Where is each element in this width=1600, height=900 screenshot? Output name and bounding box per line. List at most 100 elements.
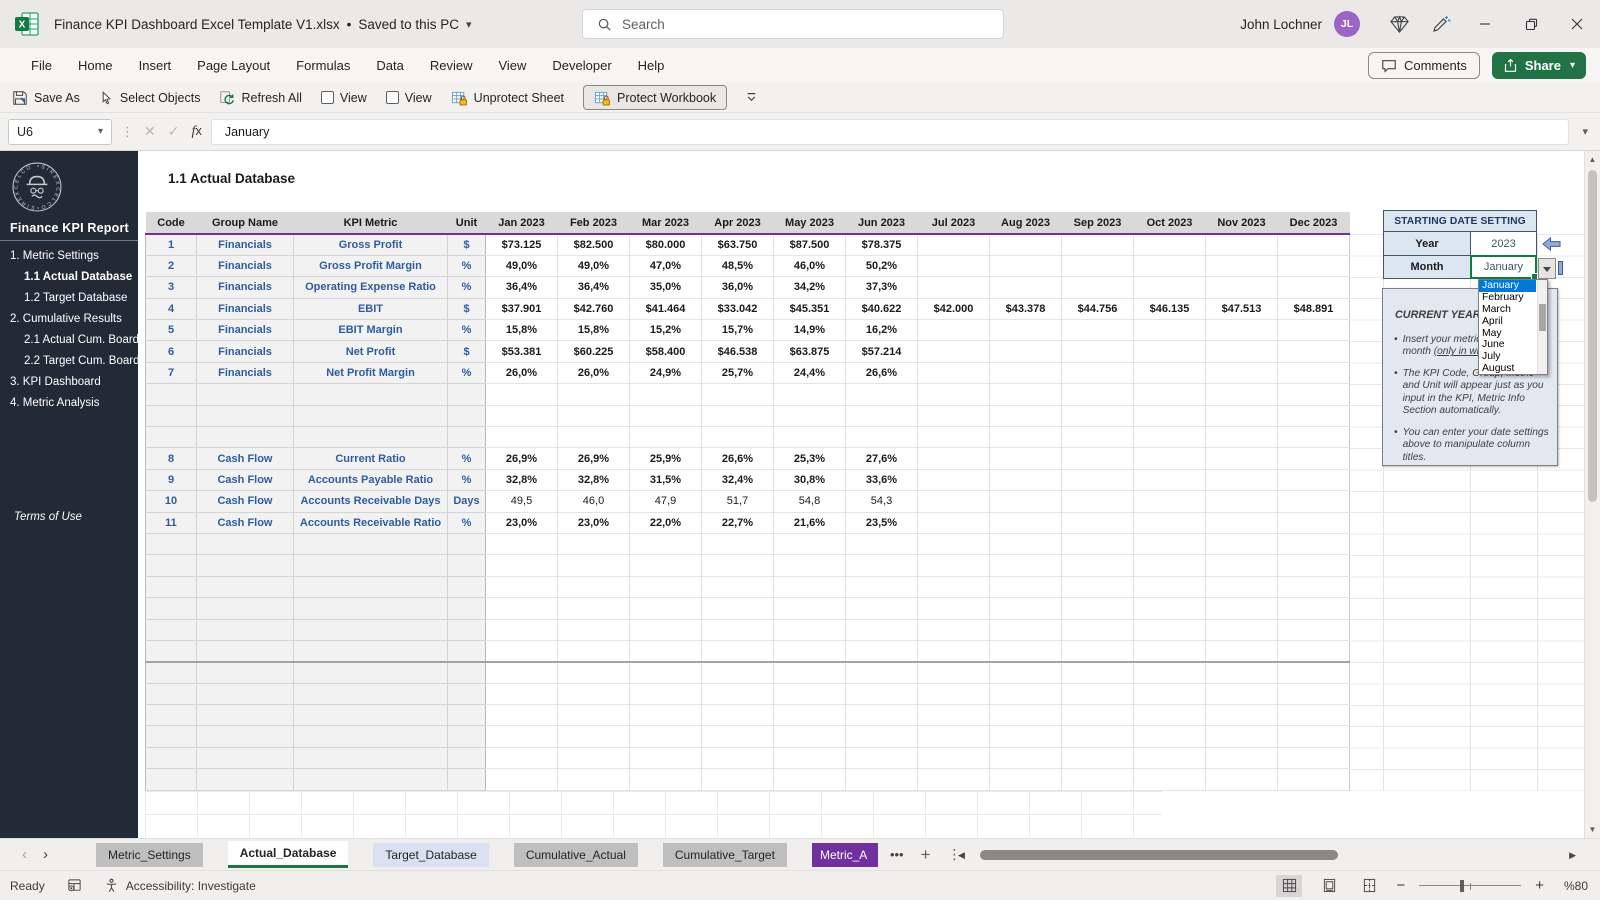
cell[interactable]: Financials	[196, 254, 294, 278]
cell[interactable]	[1061, 511, 1134, 534]
cell[interactable]	[293, 704, 448, 727]
cell[interactable]	[1133, 468, 1206, 492]
cell[interactable]	[773, 575, 846, 599]
sidebar-item-1-2-target-database[interactable]: 1.2 Target Database	[0, 288, 138, 309]
cell[interactable]: $42.000	[917, 297, 990, 321]
sheet-tab-target_database[interactable]: Target_Database	[373, 842, 489, 867]
cell[interactable]: 26,0%	[557, 361, 630, 385]
cell[interactable]	[917, 490, 990, 513]
cell[interactable]	[293, 682, 448, 706]
cell[interactable]	[989, 468, 1062, 492]
cell[interactable]	[917, 575, 990, 599]
cell[interactable]: 48,5%	[701, 254, 774, 278]
cell[interactable]	[989, 233, 1062, 256]
cell[interactable]	[917, 340, 990, 363]
cell[interactable]	[989, 511, 1062, 534]
sidebar-item-1-metric-settings[interactable]: 1. Metric Settings	[0, 246, 138, 267]
cell[interactable]	[773, 746, 846, 770]
cell[interactable]: Financials	[196, 319, 294, 342]
cell[interactable]	[196, 682, 294, 706]
cell[interactable]	[1277, 319, 1350, 342]
cell[interactable]	[989, 490, 1062, 513]
minimize-button[interactable]	[1462, 0, 1508, 48]
cell[interactable]	[1277, 682, 1350, 706]
page-layout-view-button[interactable]	[1316, 875, 1342, 897]
save-as-button[interactable]: Save As	[12, 90, 80, 106]
more-sheets-icon[interactable]: •••	[890, 847, 904, 862]
cell[interactable]	[773, 618, 846, 641]
cell[interactable]: 5	[145, 319, 197, 342]
cell[interactable]	[1205, 361, 1278, 385]
cell[interactable]	[293, 725, 448, 748]
cell[interactable]: Financials	[196, 361, 294, 385]
cell[interactable]: $58.400	[629, 340, 702, 363]
cell[interactable]	[1205, 254, 1278, 278]
cell[interactable]	[989, 639, 1062, 663]
cell[interactable]	[989, 618, 1062, 641]
cell[interactable]	[989, 276, 1062, 299]
cell[interactable]	[845, 383, 918, 406]
cell[interactable]: $	[447, 297, 486, 321]
cell[interactable]	[1061, 768, 1134, 791]
cell[interactable]	[293, 404, 448, 428]
cell[interactable]	[1205, 532, 1278, 556]
cell[interactable]: %	[447, 319, 486, 342]
cell[interactable]: $46.538	[701, 340, 774, 363]
share-button[interactable]: Share ▾	[1491, 52, 1586, 79]
cell[interactable]: $87.500	[773, 233, 846, 256]
cell[interactable]	[557, 532, 630, 556]
cell[interactable]	[485, 404, 558, 428]
cell[interactable]: 25,7%	[701, 361, 774, 385]
close-button[interactable]	[1554, 0, 1600, 48]
cell[interactable]	[145, 682, 197, 706]
cell[interactable]	[917, 768, 990, 791]
cell[interactable]: Financials	[196, 340, 294, 363]
cell[interactable]	[917, 276, 990, 299]
cell[interactable]	[145, 746, 197, 770]
cell[interactable]	[773, 404, 846, 428]
cell[interactable]	[1205, 639, 1278, 663]
cell[interactable]: $53.381	[485, 340, 558, 363]
cell[interactable]	[1061, 404, 1134, 428]
cell[interactable]	[145, 554, 197, 577]
cell[interactable]: $73.125	[485, 233, 558, 256]
cell[interactable]: 24,9%	[629, 361, 702, 385]
cell[interactable]	[629, 618, 702, 641]
cell[interactable]	[989, 404, 1062, 428]
cell[interactable]	[557, 575, 630, 599]
cell[interactable]	[917, 361, 990, 385]
cell[interactable]	[1061, 725, 1134, 748]
cell[interactable]	[447, 597, 486, 620]
editor-pen-icon[interactable]	[1420, 0, 1462, 48]
cell[interactable]	[557, 597, 630, 620]
cell[interactable]	[1061, 618, 1134, 641]
cell[interactable]: 4	[145, 297, 197, 321]
cell[interactable]	[1061, 276, 1134, 299]
month-option-july[interactable]: July	[1479, 351, 1536, 363]
cell[interactable]	[917, 725, 990, 748]
cell[interactable]	[1133, 704, 1206, 727]
sheet-tab-cumulative_target[interactable]: Cumulative_Target	[662, 842, 787, 867]
cell[interactable]	[917, 254, 990, 278]
cell[interactable]	[989, 661, 1062, 684]
cell[interactable]	[485, 661, 558, 684]
cell[interactable]: 50,2%	[845, 254, 918, 278]
cell[interactable]	[196, 746, 294, 770]
prev-sheet-icon[interactable]: ‹	[22, 847, 27, 862]
cell[interactable]: 35,0%	[629, 276, 702, 299]
search-box[interactable]: Search	[582, 9, 1004, 39]
cell[interactable]	[629, 682, 702, 706]
cell[interactable]	[701, 618, 774, 641]
month-option-august[interactable]: August	[1479, 363, 1536, 375]
cell[interactable]	[1205, 554, 1278, 577]
cell[interactable]	[145, 639, 197, 663]
cell[interactable]: 25,3%	[773, 447, 846, 470]
cell[interactable]	[845, 597, 918, 620]
cell[interactable]: Accounts Receivable Ratio	[293, 511, 448, 534]
cell[interactable]	[145, 532, 197, 556]
cell[interactable]: 3	[145, 276, 197, 299]
sheet-tab-cumulative_actual[interactable]: Cumulative_Actual	[513, 842, 638, 867]
cell[interactable]: $78.375	[845, 233, 918, 256]
cell[interactable]: 15,2%	[629, 319, 702, 342]
cell[interactable]	[917, 639, 990, 663]
